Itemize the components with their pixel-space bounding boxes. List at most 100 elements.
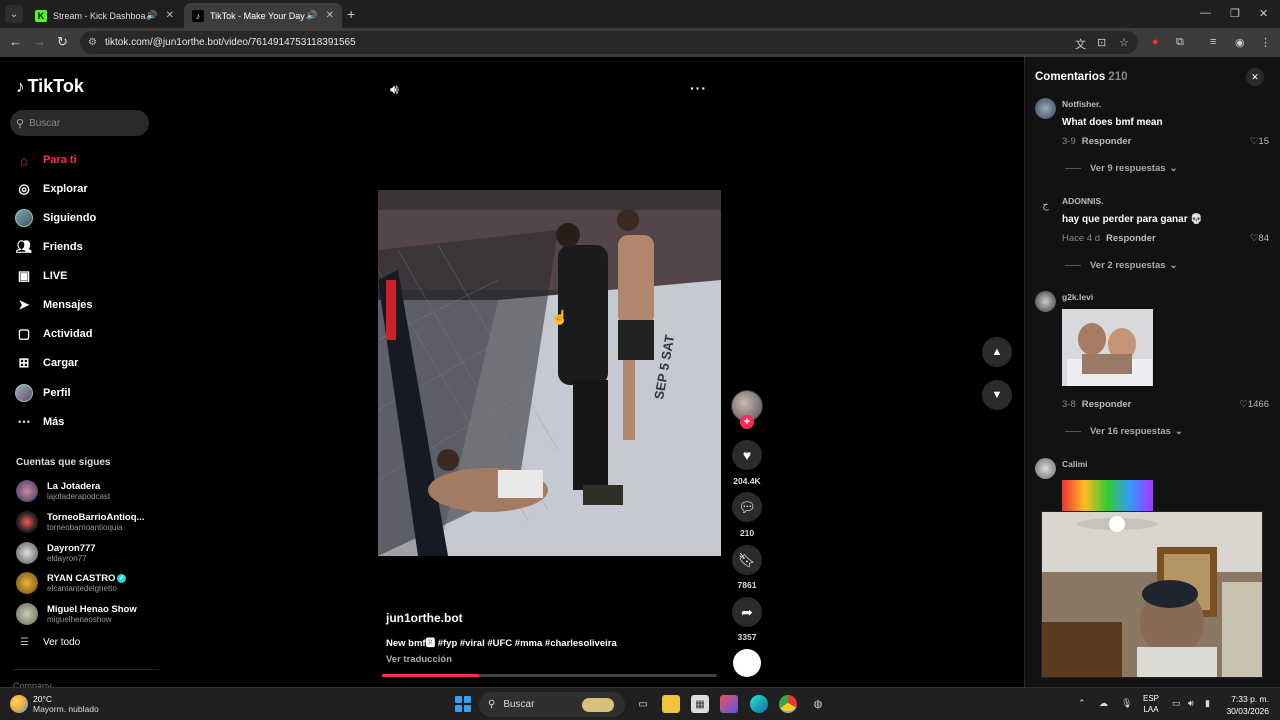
close-tab-icon[interactable]: ✕ [326, 10, 334, 21]
tray-overflow-icon[interactable]: ⌃ [1078, 698, 1086, 709]
nav-live[interactable]: ▣ LIVE [15, 267, 68, 285]
back-icon[interactable]: ← [9, 34, 22, 49]
battery-icon[interactable]: ▮ [1205, 698, 1210, 709]
input-language[interactable]: ESP LAA [1143, 693, 1159, 715]
weather-widget[interactable]: 20°C Mayorm. nublado [10, 694, 99, 714]
weather-cloud-icon [10, 695, 28, 713]
new-tab-button[interactable]: + [347, 6, 355, 22]
view-replies-button[interactable]: Ver 2 respuestas ⌄ [1065, 260, 1178, 271]
following-account[interactable]: TorneoBarrioAntioq... torneobarrioantioq… [16, 511, 144, 533]
tiktok-logo[interactable]: ♪ TikTok [16, 76, 84, 97]
tab-search-icon[interactable]: ⌄ [5, 5, 23, 23]
view-replies-button[interactable]: Ver 9 respuestas ⌄ [1065, 163, 1178, 174]
bookmark-star-icon[interactable]: ☆ [1119, 36, 1129, 49]
copilot-icon[interactable] [720, 695, 738, 713]
forward-icon[interactable]: → [33, 34, 46, 49]
network-app-icon[interactable]: ☁ [1099, 698, 1108, 709]
speaker-icon[interactable]: 🔊 [306, 10, 317, 21]
live-icon: ▣ [17, 268, 31, 283]
avatar[interactable]: ج [1035, 195, 1056, 216]
nav-siguiendo[interactable]: Siguiendo [15, 209, 96, 227]
avatar [16, 511, 38, 533]
tab-kick-dashboard[interactable]: K Stream - Kick Dashboard 🔊 ✕ [27, 3, 182, 28]
more-icon: ⋯ [17, 414, 31, 429]
comment-button[interactable]: 💬︎ [732, 492, 762, 522]
close-window-icon[interactable]: ✕ [1259, 7, 1268, 20]
search-placeholder: Buscar [29, 117, 61, 129]
minimize-icon[interactable]: — [1200, 7, 1211, 19]
translate-icon[interactable]: 文 [1075, 36, 1086, 52]
file-explorer-icon[interactable] [662, 695, 680, 713]
video-player[interactable]: SEP 5 SAT [378, 190, 721, 556]
share-button[interactable]: ➦ [732, 597, 762, 627]
reply-button[interactable]: Responder [1082, 399, 1132, 410]
nav-mas[interactable]: ⋯ Más [15, 413, 65, 431]
system-clock[interactable]: 7:33 p. m. 30/03/2026 [1221, 693, 1269, 717]
nav-perfil[interactable]: Perfil [15, 384, 71, 402]
restore-icon[interactable]: ❐ [1230, 7, 1240, 20]
nav-explorar[interactable]: ◎ Explorar [15, 180, 87, 198]
extensions-puzzle-icon[interactable]: ⧉ [1176, 36, 1184, 49]
reply-button[interactable]: Responder [1106, 233, 1156, 244]
view-replies-button[interactable]: Ver 16 respuestas ⌄ [1065, 426, 1183, 437]
comment-likes[interactable]: ♡1466 [1233, 399, 1269, 410]
volume-icon[interactable]: 🔊︎ [390, 81, 399, 98]
comment-likes[interactable]: ♡84 [1233, 233, 1269, 244]
following-account[interactable]: La Jotadera lajotaderapodcast [16, 480, 110, 502]
media-controls-icon[interactable]: ≡ [1210, 36, 1216, 48]
comment-user[interactable]: Notfisher. [1062, 99, 1101, 109]
following-account[interactable]: Miguel Henao Show miguelhenaoshow [16, 603, 137, 625]
chrome-menu-icon[interactable]: ⋮ [1260, 36, 1271, 49]
more-options-icon[interactable]: ··· [690, 80, 707, 96]
site-info-icon[interactable]: ⚙ [88, 37, 97, 48]
previous-video-button[interactable]: ▲ [982, 337, 1012, 367]
comment-user[interactable]: ADONNIS. [1062, 196, 1104, 206]
store-icon[interactable]: ▦ [691, 695, 709, 713]
tiktok-note-icon: ♪ [16, 76, 25, 96]
extension-icon[interactable]: ● [1152, 36, 1159, 48]
comment-image[interactable] [1062, 309, 1153, 386]
cast-icon[interactable]: ⊡ [1097, 36, 1106, 49]
obs-icon[interactable]: ◍ [809, 695, 827, 713]
following-account[interactable]: RYAN CASTRO ✓ elcantantedelghetto [16, 572, 127, 594]
nav-para-ti[interactable]: ⌂ Para ti [15, 151, 77, 169]
next-video-button[interactable]: ▼ [982, 380, 1012, 410]
taskbar-search[interactable]: ⚲ Buscar [479, 692, 625, 717]
nav-actividad[interactable]: ▢ Actividad [15, 325, 93, 343]
microphone-icon[interactable]: 🎙︎ [1121, 698, 1132, 709]
music-disc-icon[interactable] [733, 649, 761, 677]
like-button[interactable]: ♥ [732, 440, 762, 470]
nav-mensajes[interactable]: ➤ Mensajes [15, 296, 93, 314]
search-input[interactable]: ⚲ Buscar [10, 110, 149, 136]
close-comments-icon[interactable]: ✕ [1246, 68, 1264, 86]
avatar[interactable] [1035, 98, 1056, 119]
follow-plus-icon[interactable]: + [740, 415, 754, 429]
close-tab-icon[interactable]: ✕ [166, 10, 174, 21]
nav-label: Cargar [43, 357, 79, 369]
address-bar[interactable]: ⚙ tiktok.com/@jun1orthe.bot/video/761491… [80, 31, 1138, 54]
edge-icon[interactable] [750, 695, 768, 713]
windows-start-icon[interactable] [455, 696, 471, 712]
video-progress-bar[interactable] [382, 674, 717, 677]
tab-tiktok[interactable]: ♪ TikTok - Make Your Day 🔊 ✕ [184, 3, 342, 28]
avatar[interactable] [1035, 291, 1056, 312]
comment-likes[interactable]: ♡15 [1233, 136, 1269, 147]
following-account[interactable]: Dayron777 eldayron77 [16, 542, 96, 564]
profile-icon[interactable]: ◉ [1235, 36, 1245, 49]
chrome-icon[interactable] [779, 695, 797, 713]
speaker-icon[interactable]: 🔊 [146, 10, 157, 21]
nav-cargar[interactable]: ⊞ Cargar [15, 354, 79, 372]
reload-icon[interactable]: ↻ [57, 34, 68, 50]
save-button[interactable]: 🔖︎ [732, 545, 762, 575]
comment-user[interactable]: g2k.levi [1062, 292, 1093, 302]
translate-link[interactable]: Ver traducción [386, 654, 452, 665]
wifi-icon[interactable]: ▭ [1172, 698, 1181, 709]
comment-user[interactable]: Calimi [1062, 459, 1088, 469]
reply-button[interactable]: Responder [1082, 136, 1132, 147]
speaker-icon[interactable]: 🔊︎ [1188, 698, 1194, 709]
nav-friends[interactable]: 👥︎ Friends [15, 238, 83, 256]
task-view-icon[interactable]: ▭ [634, 695, 652, 713]
see-all-button[interactable]: ☰ Ver todo [20, 637, 80, 648]
avatar[interactable] [1035, 458, 1056, 479]
video-author[interactable]: jun1orthe.bot [386, 611, 463, 625]
